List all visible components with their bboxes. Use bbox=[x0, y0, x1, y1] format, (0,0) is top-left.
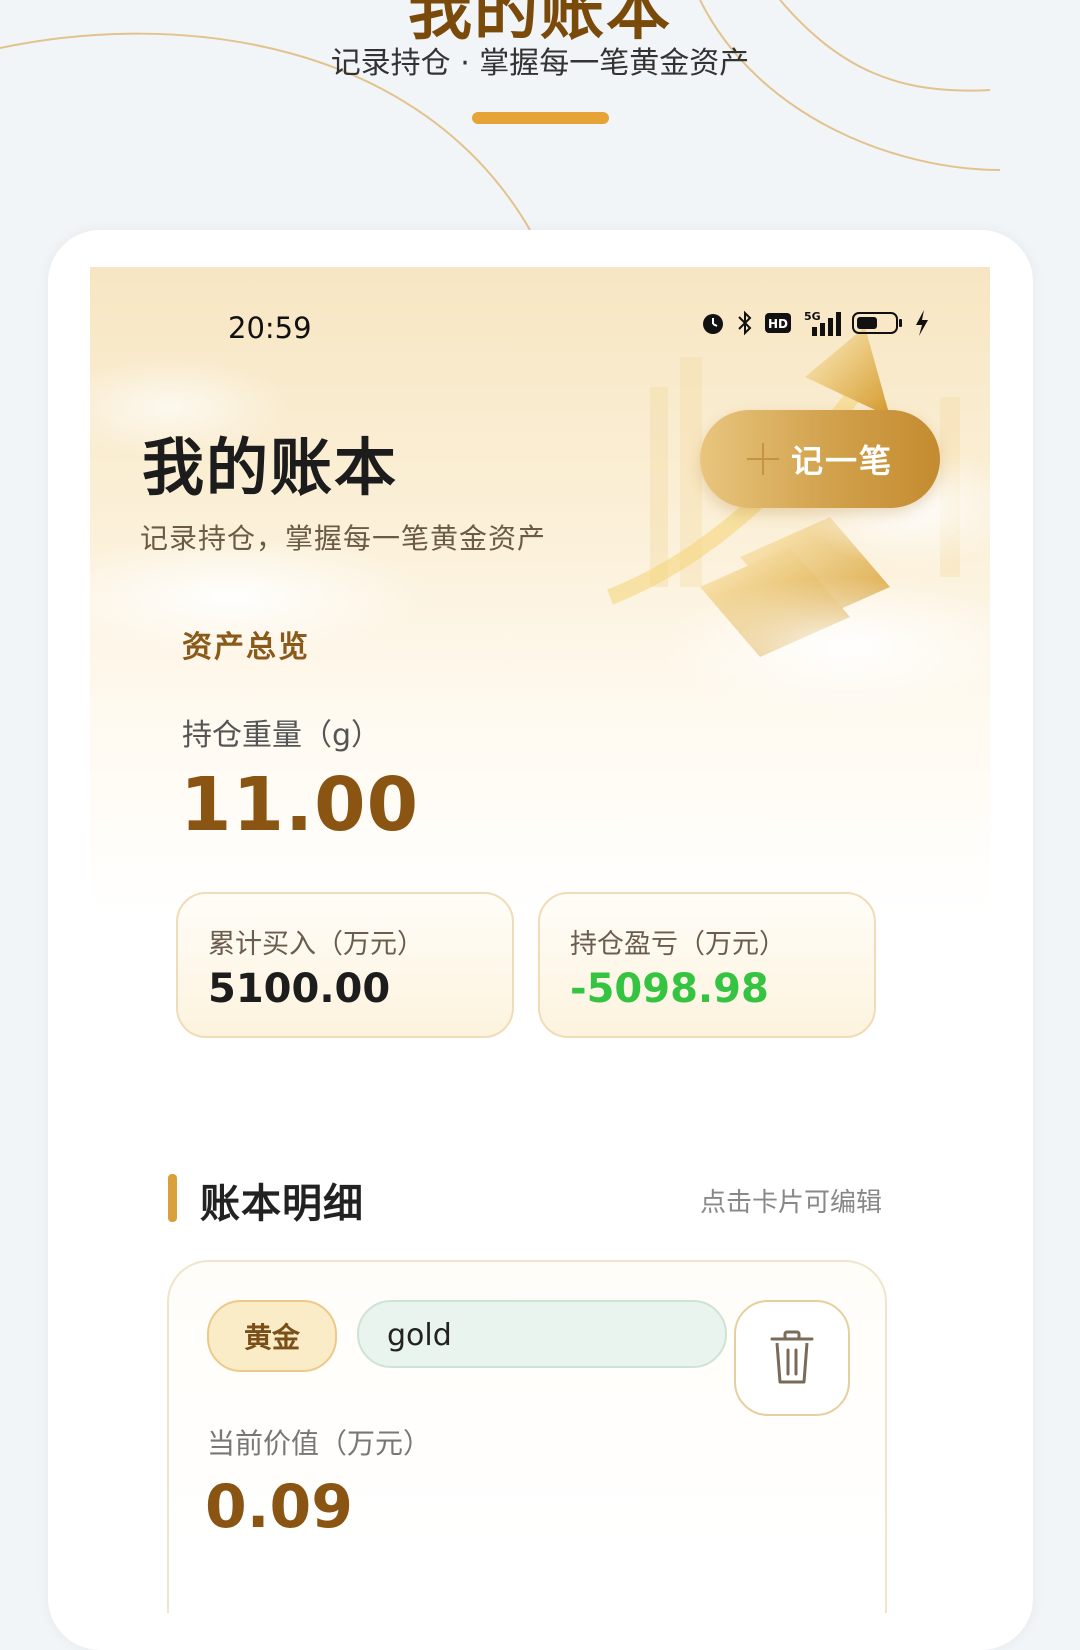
record-name-field[interactable]: gold bbox=[357, 1300, 727, 1368]
profit-loss-value: -5098.98 bbox=[570, 966, 769, 1012]
plus-icon bbox=[746, 443, 779, 475]
status-icons: HD 5G bbox=[700, 309, 930, 337]
bluetooth-icon bbox=[736, 310, 754, 336]
battery-icon bbox=[852, 310, 904, 336]
weight-label: 持仓重量（g） bbox=[182, 718, 382, 753]
details-hint: 点击卡片可编辑 bbox=[700, 1188, 883, 1218]
svg-text:HD: HD bbox=[768, 317, 788, 331]
total-purchase-card: 累计买入（万元） 5100.00 bbox=[176, 892, 514, 1038]
promo-subtitle: 记录持仓 · 掌握每一笔黄金资产 bbox=[330, 46, 750, 81]
overview-section-title: 资产总览 bbox=[182, 630, 310, 665]
signal-5g-icon: 5G bbox=[802, 309, 842, 337]
add-record-button[interactable]: 记一笔 bbox=[700, 410, 940, 508]
promo-accent-bar bbox=[472, 112, 609, 124]
details-section-title: 账本明细 bbox=[200, 1181, 364, 1227]
record-card[interactable]: 黄金 gold 当前价值（万元） 0.09 bbox=[167, 1260, 887, 1613]
details-accent-bar bbox=[168, 1174, 177, 1222]
record-value-label: 当前价值（万元） bbox=[207, 1427, 432, 1460]
page-title: 我的账本 bbox=[142, 431, 399, 504]
promo-banner: 我的账本 记录持仓 · 掌握每一笔黄金资产 bbox=[0, 0, 1080, 240]
hero-background: 20:59 HD 5G 我的账本 记录持仓，掌握每一笔黄金资产 记一笔 资产总览… bbox=[90, 267, 990, 917]
svg-text:5G: 5G bbox=[804, 310, 821, 323]
profit-loss-card: 持仓盈亏（万元） -5098.98 bbox=[538, 892, 876, 1038]
status-time: 20:59 bbox=[228, 311, 312, 345]
alarm-icon bbox=[700, 310, 726, 336]
app-screen: 20:59 HD 5G 我的账本 记录持仓，掌握每一笔黄金资产 记一笔 资产总览… bbox=[90, 267, 990, 1613]
record-type-tag[interactable]: 黄金 bbox=[207, 1300, 337, 1372]
trash-icon bbox=[770, 1330, 814, 1384]
record-value: 0.09 bbox=[205, 1472, 354, 1542]
add-record-label: 记一笔 bbox=[790, 442, 893, 480]
total-purchase-value: 5100.00 bbox=[208, 966, 391, 1012]
page-subtitle: 记录持仓，掌握每一笔黄金资产 bbox=[140, 522, 547, 555]
charging-icon bbox=[914, 309, 930, 337]
weight-value: 11.00 bbox=[180, 762, 420, 848]
delete-record-button[interactable] bbox=[734, 1300, 850, 1416]
hd-icon: HD bbox=[764, 311, 792, 335]
profit-loss-label: 持仓盈亏（万元） bbox=[570, 929, 786, 960]
total-purchase-label: 累计买入（万元） bbox=[208, 929, 424, 960]
